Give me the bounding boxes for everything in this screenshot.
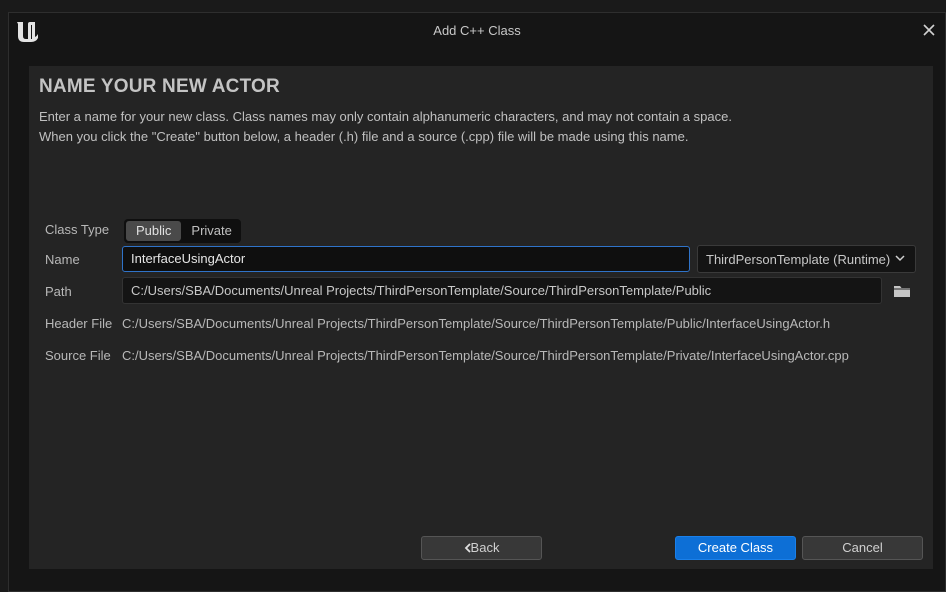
source-file-label: Source File [45, 348, 111, 363]
class-type-toggle: Public Private [124, 219, 241, 243]
name-label: Name [45, 252, 80, 267]
add-cpp-class-dialog: Add C++ Class NAME YOUR NEW ACTOR Enter … [8, 12, 946, 592]
class-type-public-option[interactable]: Public [126, 221, 182, 241]
title-bar: Add C++ Class [9, 13, 945, 49]
module-selected-value: ThirdPersonTemplate (Runtime) [706, 251, 891, 267]
description-line-2: When you click the "Create" button below… [39, 129, 689, 144]
chevron-left-icon [464, 543, 471, 553]
content-panel: NAME YOUR NEW ACTOR Enter a name for you… [29, 66, 933, 569]
header-file-label: Header File [45, 316, 113, 331]
close-button[interactable] [919, 20, 939, 40]
header-file-value: C:/Users/SBA/Documents/Unreal Projects/T… [122, 316, 831, 331]
cancel-button[interactable]: Cancel [802, 536, 923, 560]
path-label: Path [45, 284, 72, 299]
close-icon [923, 24, 935, 36]
description-line-1: Enter a name for your new class. Class n… [39, 109, 732, 124]
path-input[interactable]: C:/Users/SBA/Documents/Unreal Projects/T… [122, 277, 882, 304]
class-type-label: Class Type [45, 222, 110, 237]
window-title: Add C++ Class [433, 23, 521, 38]
folder-icon[interactable] [893, 284, 911, 298]
chevron-down-icon [895, 255, 905, 262]
source-file-value: C:/Users/SBA/Documents/Unreal Projects/T… [122, 348, 849, 363]
class-type-private-option[interactable]: Private [181, 221, 241, 241]
class-name-input[interactable]: InterfaceUsingActor [122, 246, 690, 272]
create-class-button[interactable]: Create Class [675, 536, 796, 560]
page-title: NAME YOUR NEW ACTOR [39, 76, 280, 97]
back-button[interactable]: Back [421, 536, 542, 560]
back-button-label: Back [470, 540, 500, 555]
module-dropdown[interactable]: ThirdPersonTemplate (Runtime) [697, 245, 916, 273]
